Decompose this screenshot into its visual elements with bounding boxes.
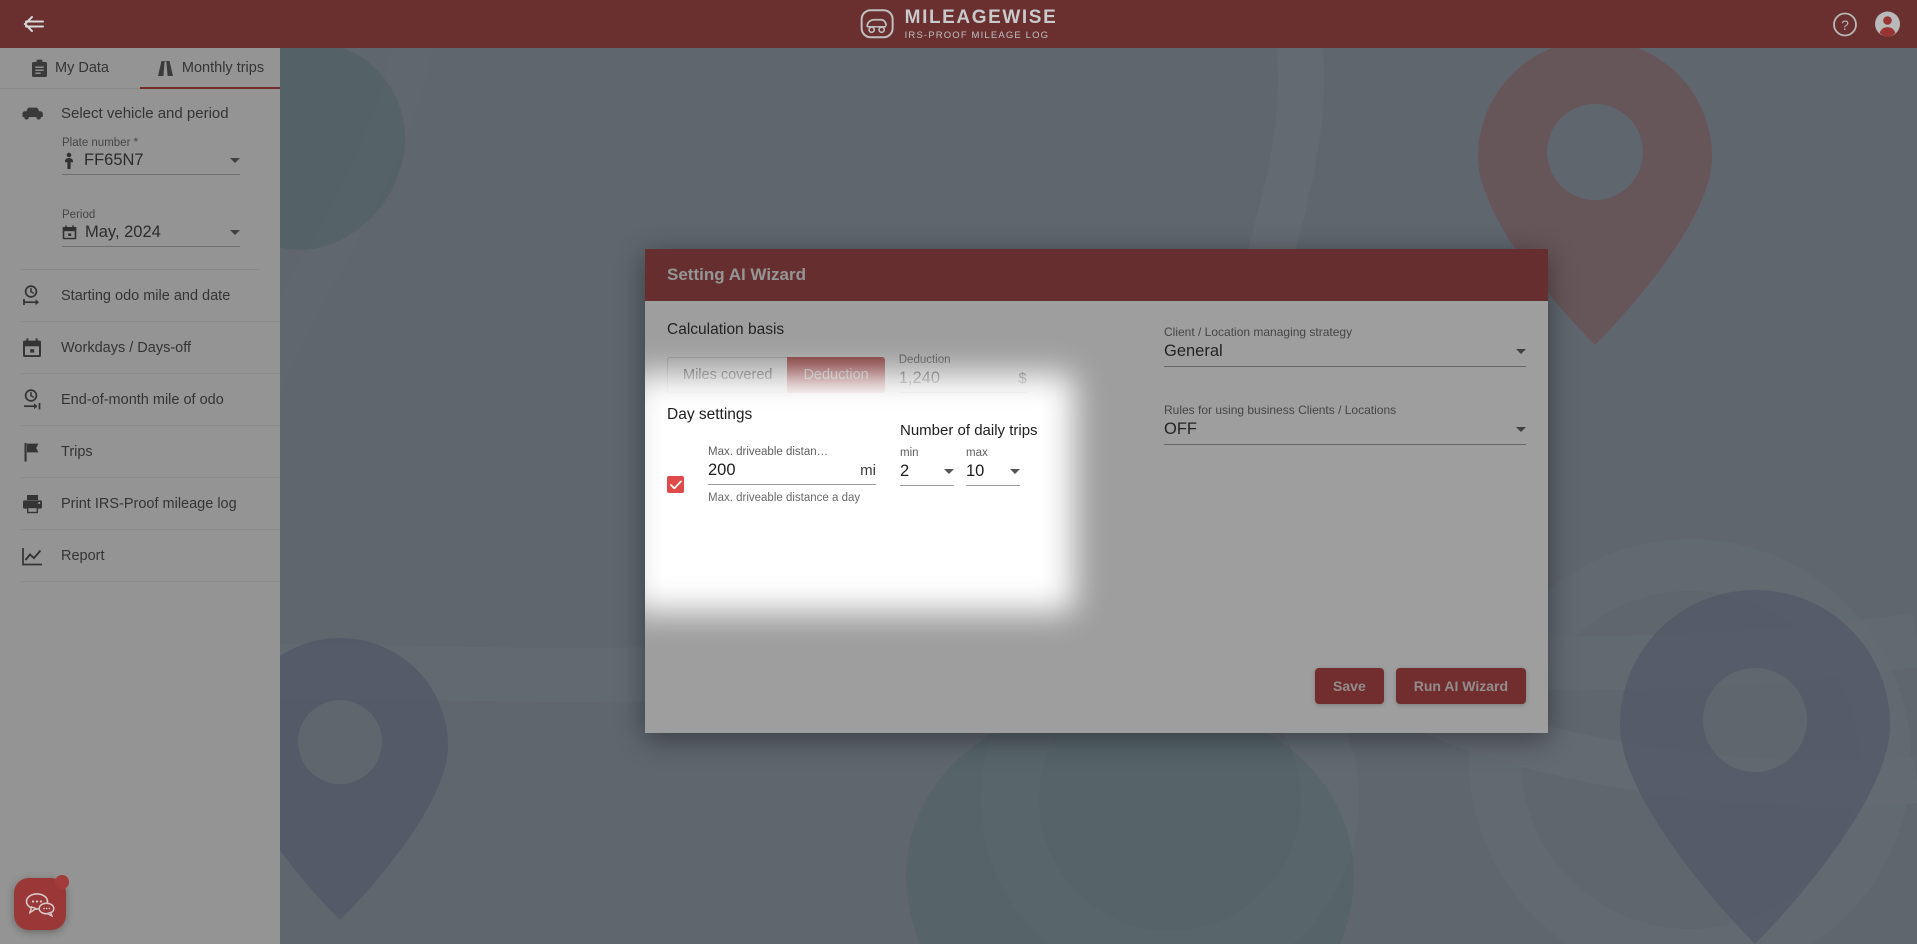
sidebar-item-starting-odo[interactable]: Starting odo mile and date (0, 270, 280, 322)
day-settings-spotlight: Day settings Max. driveable distan… 200 … (645, 374, 1074, 612)
brand-logo: MILEAGEWISE IRS-PROOF MILEAGE LOG (860, 8, 1058, 41)
client-location-strategy-select[interactable]: Client / Location managing strategy Gene… (1164, 325, 1526, 367)
max-drivable-distance-hint: Max. driveable distance a day (708, 492, 861, 504)
road-icon (157, 60, 173, 76)
chevron-down-icon (1516, 427, 1526, 432)
check-icon (669, 480, 682, 489)
daily-trips-min-value: 2 (900, 462, 910, 480)
plate-number-value: FF65N7 (84, 151, 144, 169)
period-value: May, 2024 (85, 223, 161, 241)
sidebar-item-label: Trips (61, 444, 93, 460)
sidebar-item-trips[interactable]: Trips (0, 426, 280, 478)
chevron-down-icon (1010, 469, 1020, 474)
clipboard-icon (32, 59, 47, 77)
printer-icon (20, 494, 44, 514)
daily-trips-min-select[interactable]: min 2 (900, 447, 954, 486)
dialog-body: Calculation basis Miles covered Deductio… (645, 301, 1548, 655)
chevron-down-icon (230, 230, 240, 235)
calculation-basis-title: Calculation basis (667, 321, 785, 338)
save-button[interactable]: Save (1315, 668, 1384, 704)
dialog-footer: Save Run AI Wizard (645, 655, 1548, 733)
daily-trips-min-label: min (900, 447, 919, 459)
brand-name: MILEAGEWISE (904, 6, 1058, 28)
daily-trips-max-value: 10 (966, 462, 985, 480)
number-of-daily-trips-title: Number of daily trips (900, 422, 1038, 439)
sidebar-item-end-of-month-odo[interactable]: End-of-month mile of odo (0, 374, 280, 426)
tab-monthly-trips-label: Monthly trips (181, 60, 265, 76)
flag-icon (20, 442, 44, 462)
person-pin-icon (65, 152, 73, 169)
sidebar-item-label: Starting odo mile and date (61, 288, 231, 304)
car-logo-icon (860, 9, 894, 39)
dialog-title: Setting AI Wizard (667, 265, 806, 284)
chart-line-icon (20, 547, 44, 566)
sidebar-item-label: Print IRS-Proof mileage log (61, 496, 237, 512)
brand-tagline: IRS-PROOF MILEAGE LOG (904, 29, 1050, 41)
chevron-down-icon (230, 158, 240, 163)
car-icon (20, 106, 44, 121)
collapse-sidebar-icon[interactable] (10, 0, 58, 48)
max-distance-checkbox[interactable] (667, 476, 684, 493)
deduction-field-label: Deduction (898, 354, 951, 366)
sidebar-tabs: My Data Monthly trips (0, 48, 280, 89)
max-drivable-distance-field[interactable]: Max. driveable distan… 200 mi (708, 446, 876, 485)
svg-text:?: ? (1841, 17, 1849, 33)
sidebar-item-label: Report (61, 548, 105, 564)
sidebar-item-report[interactable]: Report (0, 530, 280, 582)
business-rules-select[interactable]: Rules for using business Clients / Locat… (1164, 403, 1526, 445)
tab-monthly-trips[interactable]: Monthly trips (140, 48, 280, 89)
client-location-strategy-value: General (1164, 342, 1223, 360)
business-rules-label: Rules for using business Clients / Locat… (1164, 403, 1397, 417)
odometer-start-icon (20, 285, 44, 307)
run-ai-wizard-button[interactable]: Run AI Wizard (1395, 668, 1526, 704)
calendar-icon (62, 225, 77, 240)
number-of-daily-trips-group: Number of daily trips min 2 max 10 (900, 422, 1038, 507)
odometer-end-icon (20, 389, 44, 411)
calendar-icon (20, 338, 44, 358)
plate-number-label: Plate number * (62, 137, 139, 149)
distance-unit: mi (860, 462, 876, 479)
business-rules-value: OFF (1164, 420, 1197, 438)
setting-ai-wizard-dialog: Setting AI Wizard Calculation basis Mile… (645, 249, 1548, 733)
chevron-down-icon (944, 469, 954, 474)
tab-my-data-label: My Data (55, 60, 109, 76)
chevron-down-icon (1516, 349, 1526, 354)
chat-notification-dot (55, 875, 69, 889)
max-drivable-distance-label: Max. driveable distan… (708, 446, 829, 458)
daily-trips-max-label: max (966, 447, 988, 459)
max-drivable-distance-value: 200 (708, 461, 736, 479)
client-location-strategy-label: Client / Location managing strategy (1164, 325, 1353, 339)
top-bar: MILEAGEWISE IRS-PROOF MILEAGE LOG ? (0, 0, 1917, 48)
help-circle-icon[interactable]: ? (1832, 11, 1858, 37)
daily-trips-max-select[interactable]: max 10 (966, 447, 1020, 486)
sidebar: My Data Monthly trips Select vehicle and… (0, 48, 280, 944)
sidebar-section-label: Select vehicle and period (61, 104, 229, 122)
period-select[interactable]: Period May, 2024 (62, 209, 240, 247)
sidebar-item-print-log[interactable]: Print IRS-Proof mileage log (0, 478, 280, 530)
period-label: Period (62, 209, 96, 221)
sidebar-section-select-vehicle[interactable]: Select vehicle and period (0, 89, 280, 137)
sidebar-item-workdays[interactable]: Workdays / Days-off (0, 322, 280, 374)
dialog-header: Setting AI Wizard (645, 249, 1548, 301)
tab-my-data[interactable]: My Data (0, 48, 140, 88)
plate-number-select[interactable]: Plate number * FF65N7 (62, 137, 240, 175)
sidebar-item-label: End-of-month mile of odo (61, 392, 224, 408)
sidebar-item-label: Workdays / Days-off (61, 340, 192, 356)
chat-widget-button[interactable] (14, 875, 69, 930)
account-circle-icon[interactable] (1874, 11, 1901, 38)
